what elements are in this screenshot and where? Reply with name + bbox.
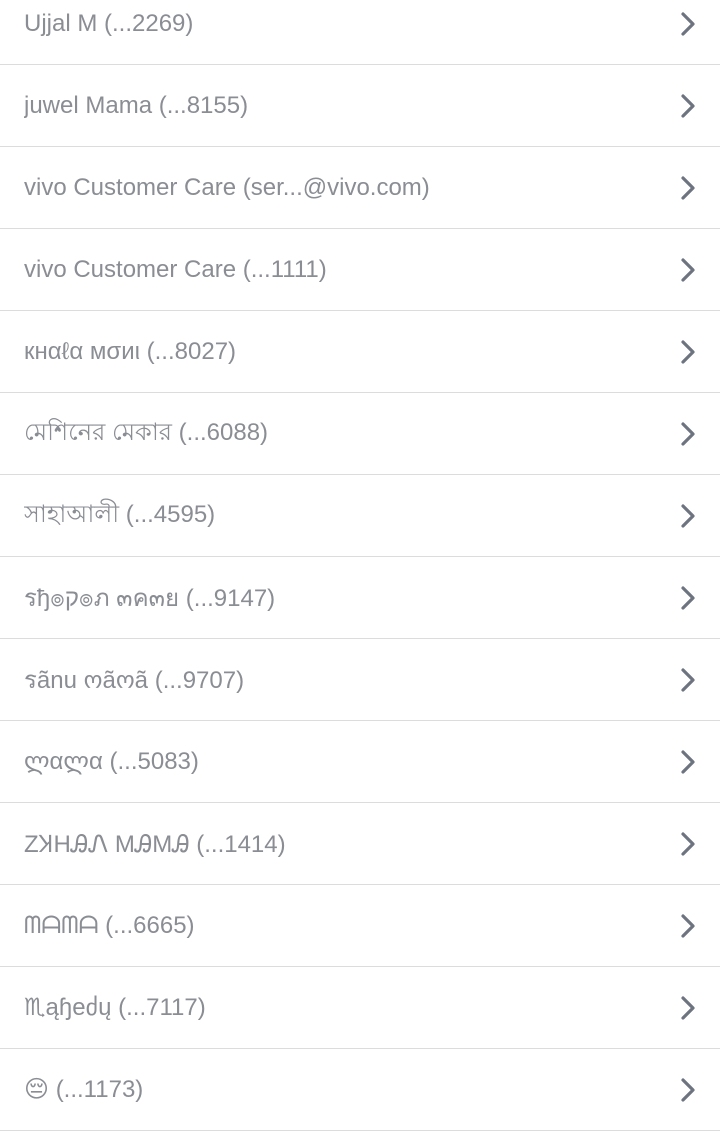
contact-row-7[interactable]: รђ๏ק๏ภ ๓ค๓ย (...9147) [0,557,720,639]
contact-label: মেশিনের মেকার (...6088) [24,418,269,446]
contact-row-3[interactable]: vivo Customer Care (...1111) [0,229,720,311]
chevron-right-icon [678,1076,698,1104]
contact-label: vivo Customer Care (ser...@vivo.com) [24,173,430,201]
chevron-right-icon [678,92,698,120]
contact-label: ლαლα (...5083) [24,748,199,775]
chevron-right-icon [678,420,698,448]
contact-row-8[interactable]: รãnu ოãოã (...9707) [0,639,720,721]
chevron-right-icon [678,994,698,1022]
contact-row-2[interactable]: vivo Customer Care (ser...@vivo.com) [0,147,720,229]
contact-row-10[interactable]: ZꞰHᎯᏁ MᎯMᎯ (...1414) [0,803,720,885]
contact-list: Ujjal M (...2269) juwel Mama (...8155) v… [0,0,720,1131]
contact-label: Ujjal M (...2269) [24,9,194,37]
chevron-right-icon [678,10,698,38]
contact-row-9[interactable]: ლαლα (...5083) [0,721,720,803]
contact-row-1[interactable]: juwel Mama (...8155) [0,65,720,147]
chevron-right-icon [678,830,698,858]
contact-label: ᗰᗩᗰᗩ (...6665) [24,911,195,939]
contact-row-13[interactable]: 😔 (...1173) [0,1049,720,1131]
contact-label: รђ๏ק๏ภ ๓ค๓ย (...9147) [24,585,276,612]
chevron-right-icon [678,666,698,694]
contact-label: รãnu ოãოã (...9707) [24,667,245,694]
chevron-right-icon [678,338,698,366]
contact-row-4[interactable]: кнαℓα мσиι (...8027) [0,311,720,393]
contact-label: সাহাআলী (...4595) [24,500,216,528]
contact-label: vivo Customer Care (...1111) [24,255,327,283]
contact-label: ZꞰHᎯᏁ MᎯMᎯ (...1414) [24,831,286,858]
chevron-right-icon [678,584,698,612]
chevron-right-icon [678,502,698,530]
chevron-right-icon [678,912,698,940]
contact-row-11[interactable]: ᗰᗩᗰᗩ (...6665) [0,885,720,967]
contact-row-0[interactable]: Ujjal M (...2269) [0,0,720,65]
chevron-right-icon [678,748,698,776]
chevron-right-icon [678,256,698,284]
chevron-right-icon [678,174,698,202]
contact-row-5[interactable]: মেশিনের মেকার (...6088) [0,393,720,475]
contact-label: 😔 (...1173) [24,1076,144,1103]
contact-row-12[interactable]: ♏ąɧeძų (...7117) [0,967,720,1049]
contact-label: кнαℓα мσиι (...8027) [24,337,237,365]
contact-row-6[interactable]: সাহাআলী (...4595) [0,475,720,557]
contact-label: ♏ąɧeძų (...7117) [24,994,206,1021]
contact-label: juwel Mama (...8155) [24,91,249,119]
